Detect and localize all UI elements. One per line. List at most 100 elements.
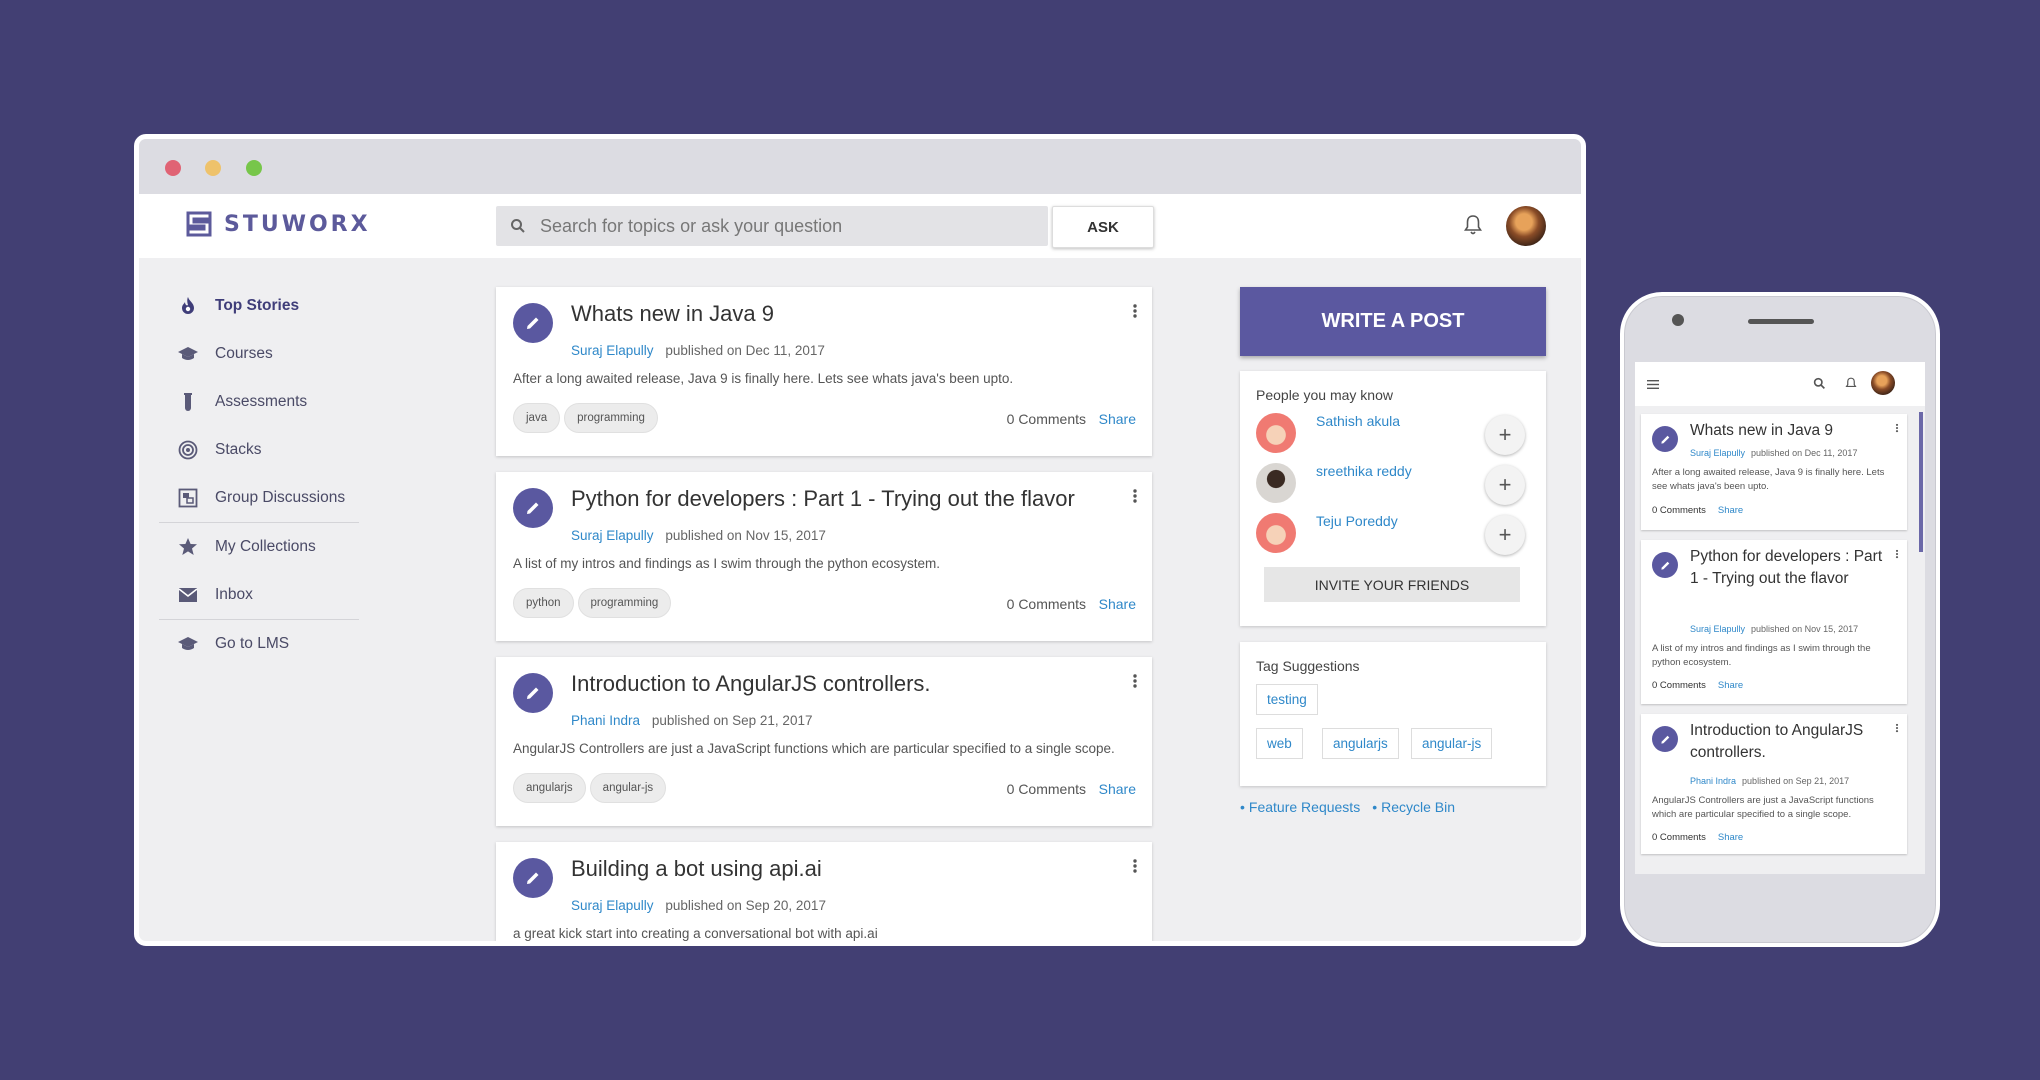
share-link[interactable]: Share — [1718, 680, 1743, 691]
post-author[interactable]: Suraj Elapully — [1690, 624, 1745, 634]
recycle-bin-link[interactable]: Recycle Bin — [1372, 799, 1455, 815]
share-link[interactable]: Share — [1718, 505, 1743, 516]
post-title[interactable]: Introduction to AngularJS controllers. — [571, 671, 931, 697]
search-icon — [511, 219, 525, 233]
more-vert-icon[interactable] — [1132, 488, 1138, 504]
suggested-tag[interactable]: testing — [1256, 684, 1318, 715]
person-name[interactable]: Sathish akula — [1316, 413, 1400, 429]
tag-chip[interactable]: programming — [577, 588, 672, 618]
comments-link[interactable]: 0 Comments — [1652, 505, 1706, 516]
write-post-button[interactable]: WRITE A POST — [1240, 287, 1546, 356]
comments-link[interactable]: 0 Comments — [1652, 832, 1706, 843]
tag-chip[interactable]: python — [513, 588, 574, 618]
comments-link[interactable]: 0 Comments — [1007, 411, 1086, 427]
scrollbar[interactable] — [1919, 412, 1923, 552]
hamburger-menu-icon[interactable] — [1647, 380, 1659, 389]
post-title[interactable]: Introduction to AngularJS controllers. — [1690, 720, 1885, 764]
user-avatar[interactable] — [1506, 206, 1546, 246]
comments-link[interactable]: 0 Comments — [1652, 680, 1706, 691]
sidebar-item-group-discussions[interactable]: Group Discussions — [159, 474, 369, 522]
maximize-window-button[interactable] — [246, 160, 262, 176]
post-footer: 0 Comments Share — [1652, 832, 1743, 843]
feature-requests-link[interactable]: Feature Requests — [1240, 799, 1360, 815]
post-excerpt: After a long awaited release, Java 9 is … — [513, 371, 1014, 386]
phone-camera — [1672, 314, 1684, 326]
sidebar-item-stacks[interactable]: Stacks — [159, 426, 369, 474]
mobile-post-card[interactable]: Introduction to AngularJS controllers. P… — [1641, 714, 1907, 854]
post-author[interactable]: Suraj Elapully — [1690, 448, 1745, 458]
minimize-window-button[interactable] — [205, 160, 221, 176]
post-title[interactable]: Python for developers : Part 1 - Trying … — [571, 486, 1075, 512]
post-title[interactable]: Python for developers : Part 1 - Trying … — [1690, 546, 1885, 590]
add-friend-button[interactable]: + — [1485, 515, 1525, 555]
people-heading: People you may know — [1256, 387, 1393, 403]
user-avatar[interactable] — [1871, 371, 1895, 395]
share-link[interactable]: Share — [1099, 411, 1136, 427]
person-avatar[interactable] — [1256, 463, 1296, 503]
search-icon[interactable] — [1813, 377, 1826, 390]
more-vert-icon[interactable] — [1895, 723, 1899, 733]
post-author[interactable]: Suraj Elapully — [571, 343, 654, 358]
person-avatar[interactable] — [1256, 513, 1296, 553]
more-vert-icon[interactable] — [1895, 549, 1899, 559]
comments-link[interactable]: 0 Comments — [1007, 596, 1086, 612]
app-header: STUWORX ASK — [139, 194, 1581, 258]
person-name[interactable]: Teju Poreddy — [1316, 513, 1398, 529]
sidebar-item-go-to-lms[interactable]: Go to LMS — [159, 620, 369, 668]
post-card[interactable]: Python for developers : Part 1 - Trying … — [496, 472, 1152, 641]
sidebar-item-label: Inbox — [215, 586, 253, 603]
post-title[interactable]: Whats new in Java 9 — [571, 301, 774, 327]
search-input[interactable] — [538, 214, 1022, 238]
suggested-tag[interactable]: web — [1256, 728, 1303, 759]
post-meta: Phani Indra published on Sep 21, 2017 — [1690, 776, 1849, 786]
more-vert-icon[interactable] — [1895, 423, 1899, 433]
more-vert-icon[interactable] — [1132, 303, 1138, 319]
tag-chip[interactable]: java — [513, 403, 561, 433]
share-link[interactable]: Share — [1718, 832, 1743, 843]
search-bar[interactable] — [496, 206, 1048, 246]
notification-bell-icon[interactable] — [1845, 377, 1857, 390]
suggested-tag[interactable]: angular-js — [1411, 728, 1493, 759]
post-title[interactable]: Building a bot using api.ai — [571, 856, 822, 882]
post-author[interactable]: Suraj Elapully — [571, 898, 654, 913]
phone-mockup: Whats new in Java 9 Suraj Elapully publis… — [1620, 292, 1940, 947]
sidebar-item-assessments[interactable]: Assessments — [159, 378, 369, 426]
post-card[interactable]: Building a bot using api.ai Suraj Elapul… — [496, 842, 1152, 941]
notification-bell-icon[interactable] — [1463, 214, 1483, 236]
mobile-post-card[interactable]: Python for developers : Part 1 - Trying … — [1641, 540, 1907, 704]
post-author[interactable]: Phani Indra — [1690, 776, 1736, 786]
mobile-post-card[interactable]: Whats new in Java 9 Suraj Elapully publis… — [1641, 414, 1907, 530]
ask-button[interactable]: ASK — [1052, 206, 1154, 248]
person-name[interactable]: sreethika reddy — [1316, 463, 1412, 479]
sidebar-item-courses[interactable]: Courses — [159, 330, 369, 378]
invite-friends-button[interactable]: INVITE YOUR FRIENDS — [1264, 567, 1520, 602]
add-friend-button[interactable]: + — [1485, 465, 1525, 505]
post-card[interactable]: Introduction to AngularJS controllers. P… — [496, 657, 1152, 826]
more-vert-icon[interactable] — [1132, 858, 1138, 874]
comments-link[interactable]: 0 Comments — [1007, 781, 1086, 797]
sidebar-item-top-stories[interactable]: Top Stories — [159, 282, 369, 330]
post-date: published on Dec 11, 2017 — [665, 343, 825, 358]
suggested-tag[interactable]: angularjs — [1322, 728, 1399, 759]
tag-chip[interactable]: programming — [564, 403, 658, 433]
person-avatar[interactable] — [1256, 413, 1296, 453]
tag-chip[interactable]: angular-js — [589, 773, 667, 803]
more-vert-icon[interactable] — [1132, 673, 1138, 689]
tag-chip[interactable]: angularjs — [513, 773, 586, 803]
post-title[interactable]: Whats new in Java 9 — [1690, 420, 1885, 442]
post-author[interactable]: Suraj Elapully — [571, 528, 654, 543]
app-name: STUWORX — [224, 211, 371, 237]
close-window-button[interactable] — [165, 160, 181, 176]
share-link[interactable]: Share — [1099, 596, 1136, 612]
logo[interactable]: STUWORX — [184, 209, 371, 239]
sidebar-item-inbox[interactable]: Inbox — [159, 571, 369, 619]
sidebar-item-my-collections[interactable]: My Collections — [159, 523, 369, 571]
post-card[interactable]: Whats new in Java 9 Suraj Elapully publi… — [496, 287, 1152, 456]
person-row: sreethika reddy + — [1256, 461, 1536, 505]
share-link[interactable]: Share — [1099, 781, 1136, 797]
tag-suggestions-heading: Tag Suggestions — [1256, 658, 1360, 674]
post-excerpt: A list of my intros and findings as I sw… — [1652, 643, 1871, 668]
add-friend-button[interactable]: + — [1485, 415, 1525, 455]
post-author[interactable]: Phani Indra — [571, 713, 640, 728]
post-date: published on Dec 11, 2017 — [1751, 448, 1858, 458]
